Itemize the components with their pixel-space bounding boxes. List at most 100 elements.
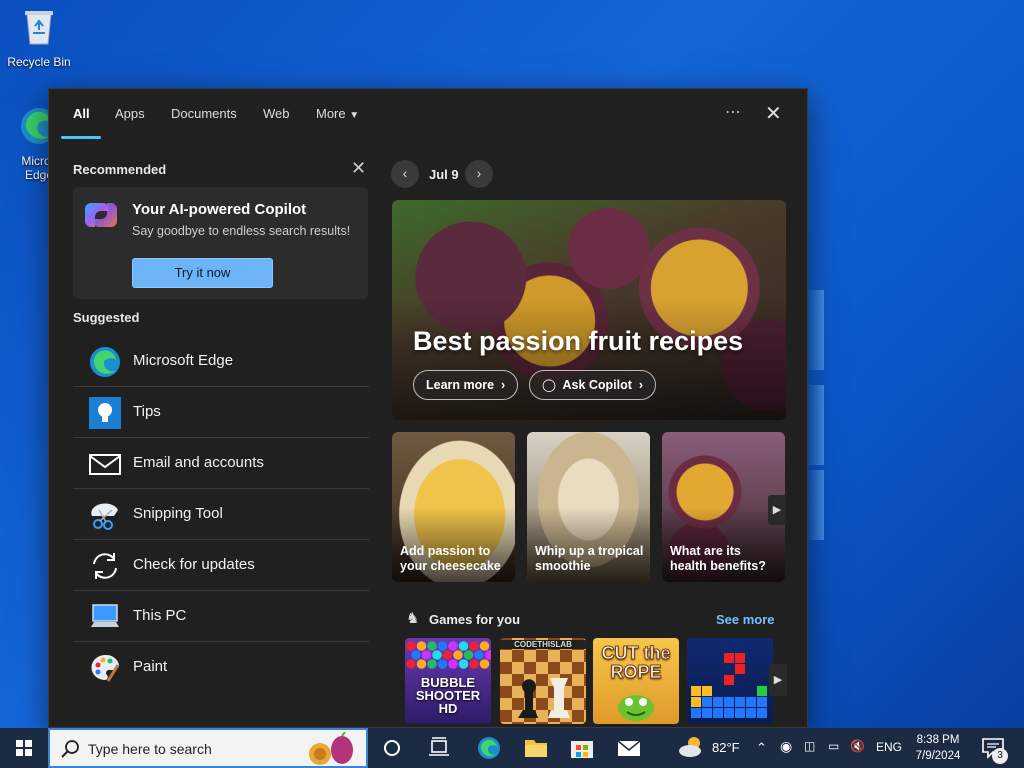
- recipe-card-cheesecake[interactable]: Add passion to your cheesecake: [392, 432, 515, 582]
- tab-web[interactable]: Web: [263, 106, 290, 121]
- copilot-card[interactable]: Your AI-powered Copilot Say goodbye to e…: [73, 187, 368, 299]
- volume-muted-icon[interactable]: 🔇: [850, 739, 865, 753]
- close-icon[interactable]: ✕: [765, 101, 782, 126]
- bubble-shape: [427, 659, 437, 669]
- taskbar-search-box[interactable]: [48, 728, 368, 768]
- taskbar: 82°F ⌃ ◉ ◫ ▭ 🔇 ENG 8:38 PM 7/9/2024 3: [0, 728, 1024, 768]
- game-tile-block-puzzle[interactable]: [687, 638, 773, 724]
- puzzle-block: [746, 708, 756, 718]
- puzzle-block: [735, 653, 745, 663]
- bubble-shape: [484, 650, 491, 660]
- puzzle-block: [735, 708, 745, 718]
- search-input[interactable]: [88, 739, 288, 759]
- recommended-heading: Recommended: [73, 162, 167, 177]
- ask-copilot-button[interactable]: ◯ Ask Copilot ›: [529, 370, 657, 400]
- bubble-shape: [479, 659, 490, 669]
- bubble-shape: [416, 641, 427, 651]
- dismiss-recommended-icon[interactable]: ✕: [351, 158, 366, 179]
- microsoft-store-icon[interactable]: [559, 728, 605, 768]
- om-nom-icon: [618, 695, 654, 721]
- see-more-link[interactable]: See more: [716, 612, 775, 627]
- ellipsis-icon[interactable]: ⋯: [725, 102, 742, 122]
- cortana-icon[interactable]: [369, 728, 415, 768]
- suggested-item-email-accounts[interactable]: Email and accounts: [73, 438, 369, 489]
- recipe-card-caption: Whip up a tropical smoothie: [535, 544, 644, 573]
- puzzle-block: [735, 664, 745, 674]
- cards-scroll-right-icon[interactable]: ▶: [768, 495, 786, 525]
- chess-pieces-icon: [518, 678, 570, 718]
- edge-taskbar-icon[interactable]: [466, 728, 512, 768]
- search-tabs: All Apps Documents Web More ▼ ⋯ ✕: [49, 89, 807, 141]
- game-tile-chess[interactable]: CODETHISLAB: [500, 638, 586, 724]
- bubble-shape: [421, 650, 432, 660]
- suggested-item-edge[interactable]: Microsoft Edge: [73, 336, 369, 387]
- games-heading: Games for you: [429, 612, 521, 627]
- game-tile-bubble-shooter[interactable]: BUBBLE SHOOTER HD: [405, 638, 491, 724]
- record-icon[interactable]: ◉: [780, 738, 792, 755]
- copilot-card-title: Your AI-powered Copilot: [132, 201, 307, 218]
- bubble-shape: [406, 659, 416, 669]
- suggested-item-check-updates[interactable]: Check for updates: [73, 540, 369, 591]
- bubble-shape: [406, 641, 416, 651]
- clock-time: 8:38 PM: [916, 734, 960, 746]
- desktop-light-beam: [806, 385, 824, 465]
- windows-start-icon[interactable]: [0, 728, 48, 768]
- next-day-button[interactable]: ›: [465, 160, 493, 188]
- language-indicator[interactable]: ENG: [876, 740, 902, 754]
- bubble-shape: [469, 641, 479, 651]
- bubble-shape: [458, 641, 469, 651]
- suggested-heading: Suggested: [73, 310, 140, 325]
- recycle-bin-desktop-icon[interactable]: Recycle Bin: [2, 6, 76, 69]
- refresh-icon: [93, 553, 117, 579]
- block-puzzle-art: [691, 653, 767, 718]
- clock[interactable]: 8:38 PM 7/9/2024: [909, 732, 967, 764]
- learn-more-button[interactable]: Learn more ›: [413, 370, 519, 400]
- suggested-item-this-pc[interactable]: This PC: [73, 591, 369, 642]
- active-tab-indicator: [61, 136, 101, 139]
- bubble-shape: [442, 650, 453, 660]
- games-scroll-right-icon[interactable]: ▶: [769, 664, 787, 696]
- clock-date: 7/9/2024: [915, 750, 961, 762]
- bubble-shape: [448, 641, 458, 651]
- chevron-down-icon: ▼: [349, 110, 360, 121]
- tab-all[interactable]: All: [73, 106, 90, 121]
- suggested-item-tips[interactable]: Tips: [73, 387, 369, 438]
- game-tile-title: BUBBLE SHOOTER HD: [415, 675, 481, 716]
- puzzle-block: [691, 686, 701, 696]
- learn-more-label: Learn more: [426, 378, 495, 392]
- bubble-shape: [479, 641, 490, 651]
- bubble-shape: [432, 650, 442, 660]
- chevron-up-icon[interactable]: ⌃: [756, 740, 767, 756]
- network-icon[interactable]: ▭: [828, 739, 839, 753]
- suggested-item-label: Email and accounts: [133, 454, 264, 471]
- meet-now-icon[interactable]: ◫: [804, 739, 815, 753]
- game-tile-cut-the-rope[interactable]: CUT the ROPE: [593, 638, 679, 724]
- bubble-shape: [411, 650, 421, 660]
- hero-card[interactable]: Best passion fruit recipes Learn more › …: [392, 200, 786, 420]
- suggested-item-label: Snipping Tool: [133, 505, 223, 522]
- recipe-card-smoothie[interactable]: Whip up a tropical smoothie: [527, 432, 650, 582]
- tab-more[interactable]: More ▼: [316, 106, 359, 121]
- weather-partly-cloudy-icon[interactable]: [670, 728, 716, 768]
- tab-documents[interactable]: Documents: [171, 106, 237, 121]
- prev-day-button[interactable]: ‹: [391, 160, 419, 188]
- chevron-right-icon: ›: [635, 378, 644, 392]
- search-panel: All Apps Documents Web More ▼ ⋯ ✕ Recomm…: [48, 88, 808, 728]
- puzzle-block: [713, 708, 723, 718]
- file-explorer-icon[interactable]: [513, 728, 559, 768]
- suggested-item-paint[interactable]: Paint: [73, 642, 369, 693]
- suggested-item-snipping-tool[interactable]: Snipping Tool: [73, 489, 369, 540]
- recipe-card-health[interactable]: What are its health benefits?: [662, 432, 785, 582]
- puzzle-block: [691, 697, 701, 707]
- computer-icon: [91, 604, 119, 627]
- weather-temperature[interactable]: 82°F: [712, 740, 740, 755]
- mail-icon[interactable]: [606, 728, 652, 768]
- try-it-now-button[interactable]: Try it now: [132, 258, 273, 288]
- tab-apps[interactable]: Apps: [115, 106, 145, 121]
- puzzle-block: [757, 686, 767, 696]
- task-view-icon[interactable]: [416, 728, 462, 768]
- bubble-shape: [427, 641, 437, 651]
- game-tile-title: CUT the ROPE: [601, 643, 671, 682]
- bubble-shape: [458, 659, 469, 669]
- bubble-shape: [437, 659, 448, 669]
